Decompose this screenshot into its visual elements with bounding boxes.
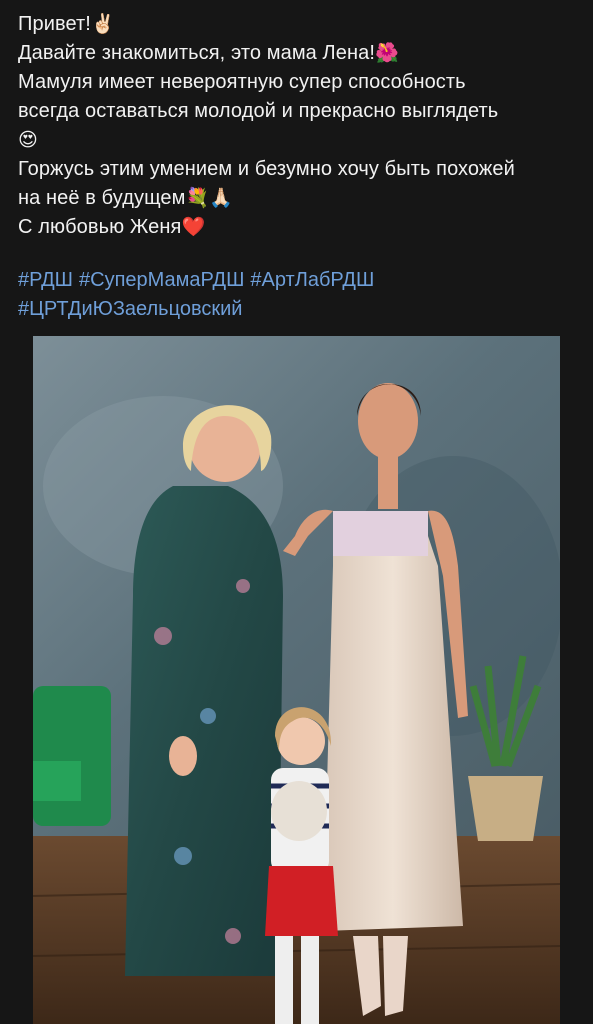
- post-line-1: Привет!✌🏻: [18, 13, 115, 35]
- hibiscus-icon: 🌺: [375, 43, 399, 64]
- post-line-8: С любовью Женя❤️: [18, 216, 206, 238]
- heart-eyes-icon: 😍: [18, 130, 38, 151]
- post-line-7: на неё в будущем💐🙏🏻: [18, 187, 233, 209]
- post-photo[interactable]: [33, 336, 560, 1024]
- hashtag-supermama[interactable]: #СуперМамаРДШ: [79, 269, 244, 291]
- hashtags-line-1: #РДШ #СуперМамаРДШ #АртЛабРДШ: [18, 266, 583, 295]
- hashtags: #РДШ #СуперМамаРДШ #АртЛабРДШ #ЦРТДиЮЗаель…: [18, 266, 583, 324]
- hashtag-artlab[interactable]: #АртЛабРДШ: [250, 269, 374, 291]
- red-heart-icon: ❤️: [181, 217, 206, 238]
- bouquet-pray-icon: 💐🙏🏻: [185, 188, 233, 209]
- family-photo-image: [33, 336, 560, 1024]
- post-line-2: Давайте знакомиться, это мама Лена!🌺: [18, 42, 399, 64]
- hashtag-crtdiu[interactable]: #ЦРТДиЮЗаельцовский: [18, 298, 242, 320]
- post-container: Привет!✌🏻 Давайте знакомиться, это мама …: [0, 0, 593, 1024]
- post-line-3: Мамуля имеет невероятную супер способнос…: [18, 71, 466, 93]
- post-line-5: 😍: [18, 126, 583, 155]
- post-line-6: Горжусь этим умением и безумно хочу быть…: [18, 158, 515, 180]
- hashtags-line-2: #ЦРТДиЮЗаельцовский: [18, 295, 583, 324]
- victory-hand-icon: ✌🏻: [90, 14, 115, 35]
- post-line-4: всегда оставаться молодой и прекрасно вы…: [18, 100, 499, 122]
- post-text: Привет!✌🏻 Давайте знакомиться, это мама …: [18, 10, 583, 242]
- hashtag-rdsh[interactable]: #РДШ: [18, 269, 73, 291]
